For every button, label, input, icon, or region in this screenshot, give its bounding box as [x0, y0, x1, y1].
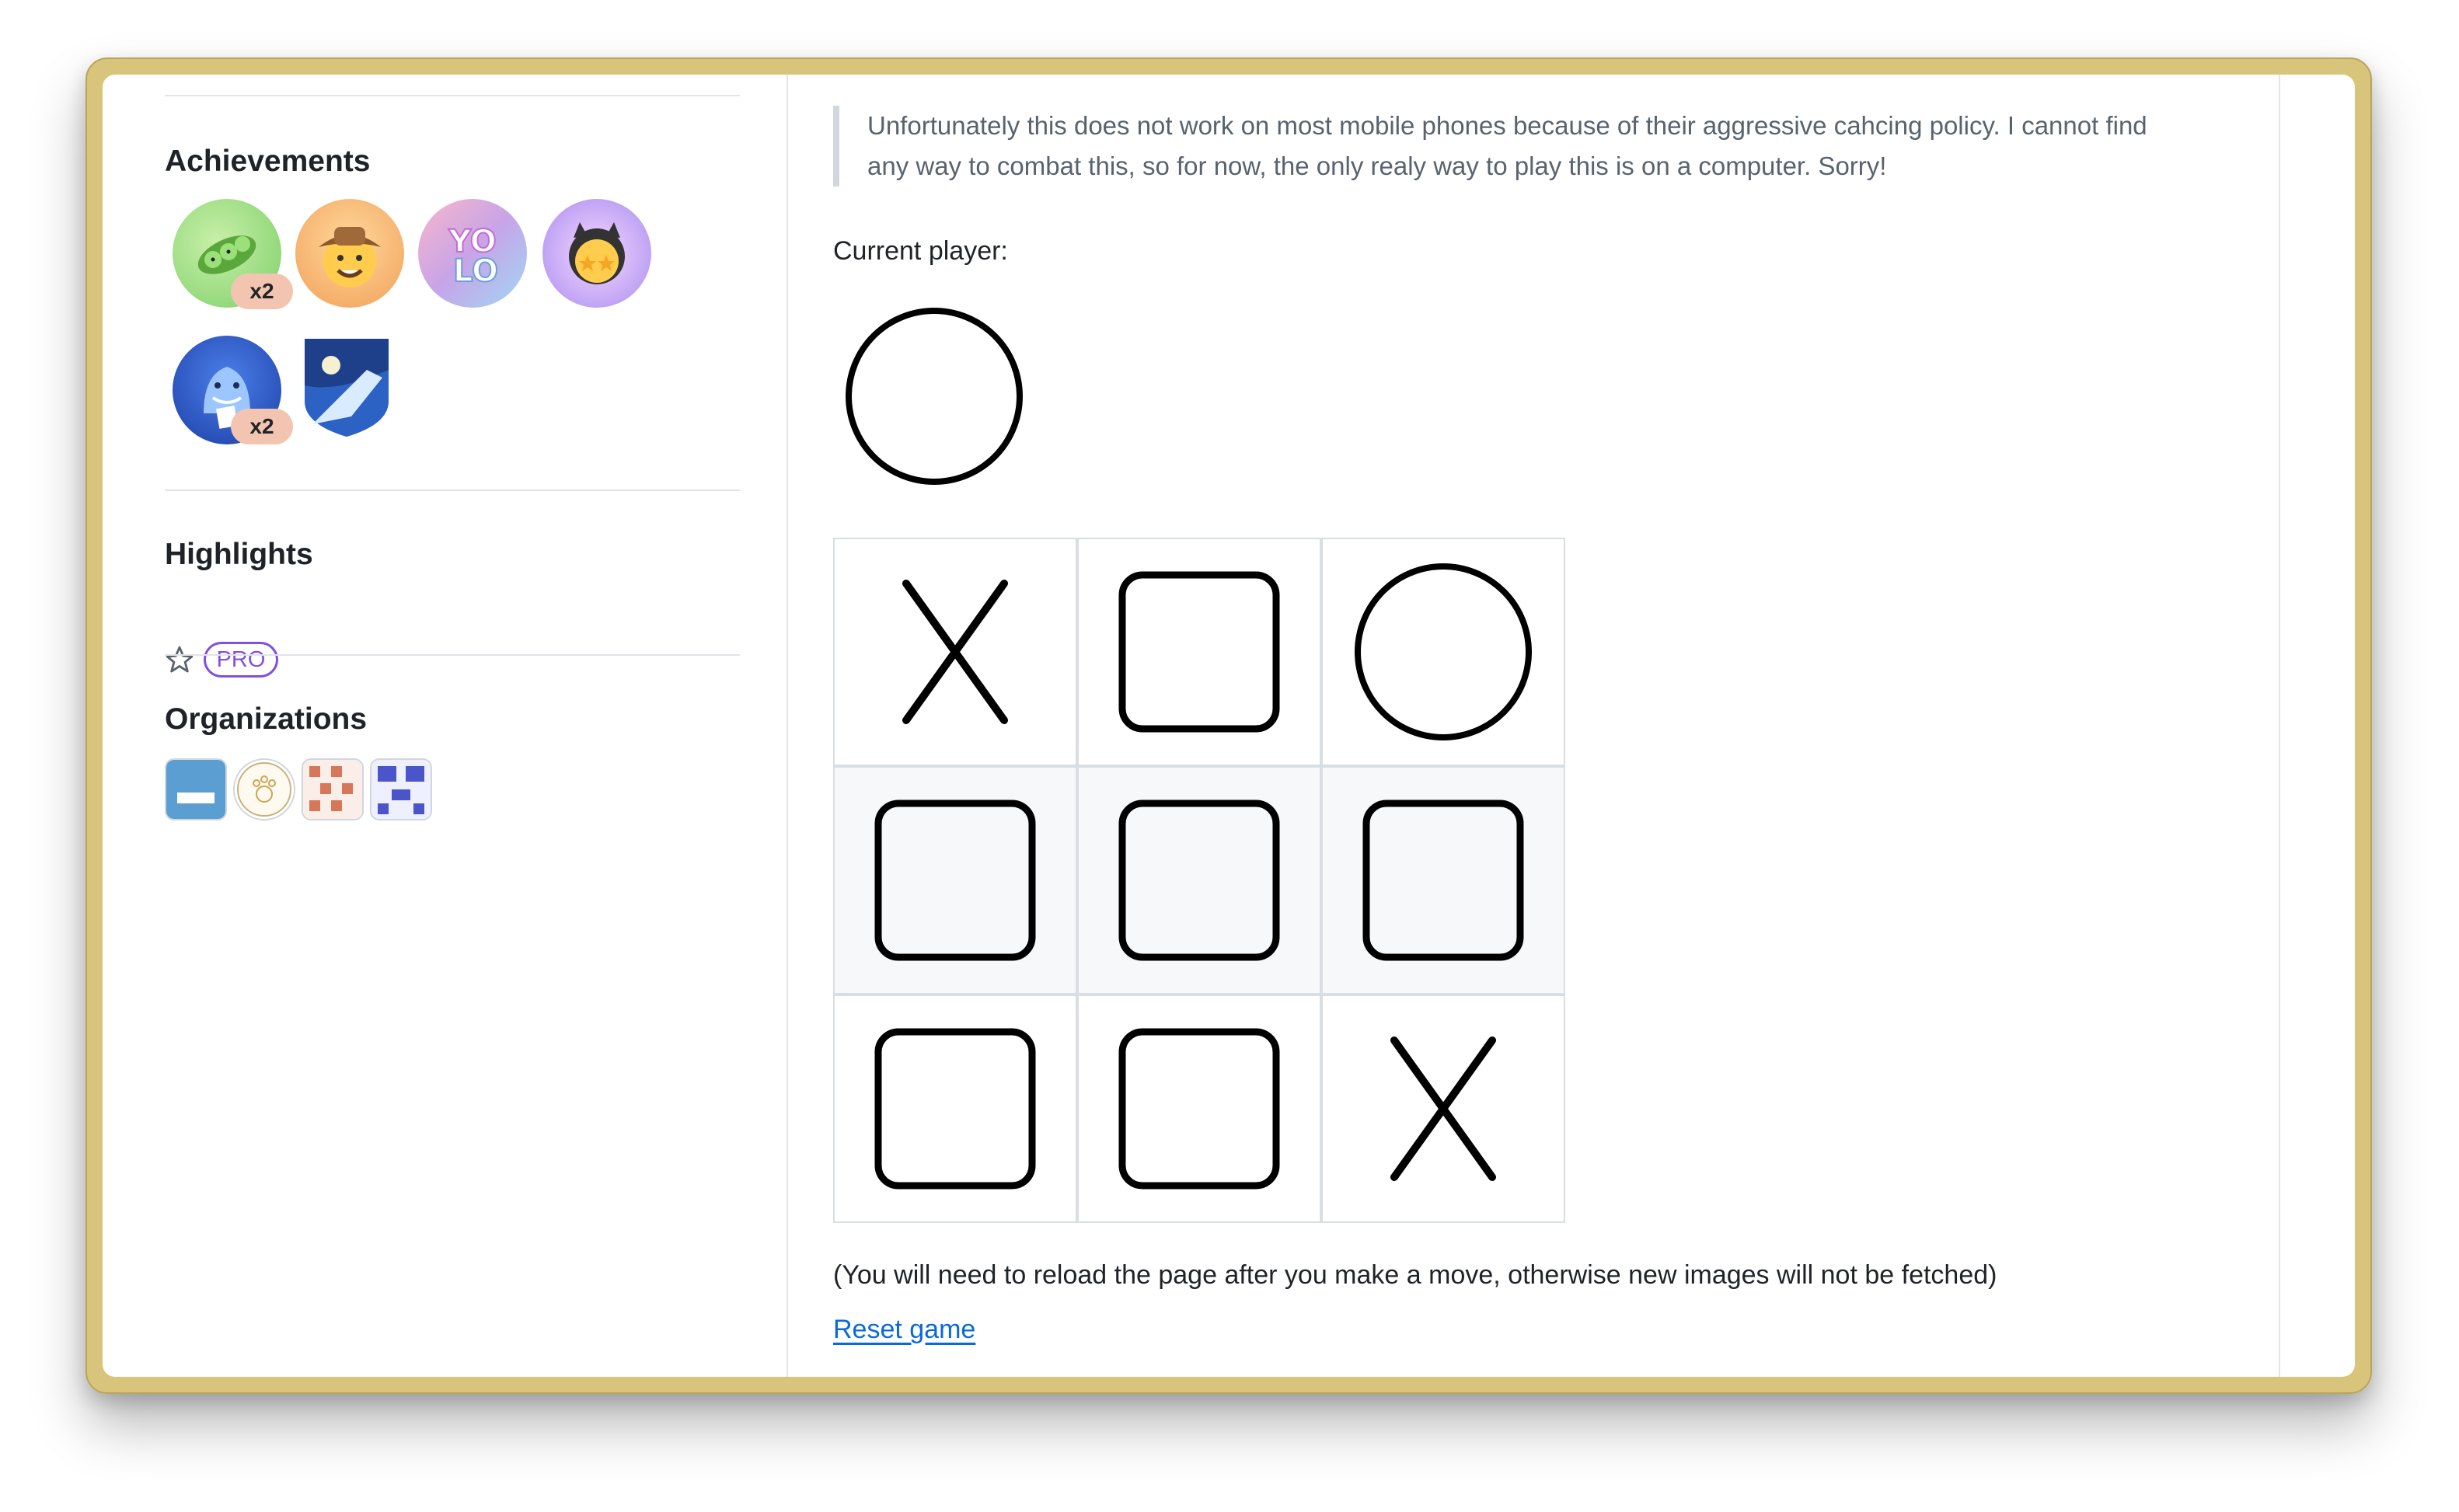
svg-text:LO: LO — [453, 253, 498, 289]
pro-badge: PRO — [204, 642, 278, 678]
organization-avatar[interactable] — [370, 758, 432, 820]
achievement-count-badge: x2 — [231, 273, 293, 309]
divider — [165, 654, 740, 656]
x-mark-icon — [902, 580, 1008, 724]
profile-sidebar: Achievements x2 YO LO x2 Highlights PRO … — [103, 75, 788, 1377]
achievement-yolo-icon[interactable]: YO LO — [418, 199, 527, 308]
board-cell[interactable] — [1321, 538, 1565, 766]
empty-square-icon — [874, 800, 1036, 961]
highlights-title: Highlights — [165, 538, 313, 571]
achievement-cowboy-icon[interactable] — [295, 199, 404, 308]
achievements-title: Achievements — [165, 145, 371, 178]
organizations-title: Organizations — [165, 702, 368, 736]
board-cell[interactable] — [833, 538, 1077, 766]
empty-square-icon — [1362, 800, 1524, 961]
window-frame: Achievements x2 YO LO x2 Highlights PRO … — [85, 57, 2372, 1394]
current-player-label: Current player: — [833, 236, 1008, 266]
empty-square-icon — [1118, 800, 1280, 961]
organization-avatar[interactable] — [302, 758, 364, 820]
reload-note: (You will need to reload the page after … — [833, 1260, 1997, 1290]
board-cell[interactable] — [1077, 766, 1321, 995]
empty-square-icon — [874, 1028, 1036, 1190]
reset-game-link[interactable]: Reset game — [833, 1315, 975, 1345]
board-cell[interactable] — [1077, 538, 1321, 766]
tic-tac-toe-board — [833, 538, 1567, 1223]
board-cell[interactable] — [833, 995, 1077, 1223]
empty-square-icon — [1118, 1028, 1280, 1190]
o-mark-icon — [1355, 563, 1532, 740]
current-player-o-icon — [841, 303, 1027, 489]
achievement-count-badge: x2 — [231, 409, 293, 444]
achievement-arctic-code-vault-icon[interactable] — [305, 339, 389, 437]
board-cell[interactable] — [1321, 995, 1565, 1223]
empty-square-icon — [1118, 571, 1280, 733]
board-cell[interactable] — [1077, 995, 1321, 1223]
star-icon — [165, 645, 194, 674]
divider — [165, 489, 740, 491]
board-cell[interactable] — [833, 766, 1077, 995]
board-cell[interactable] — [1321, 766, 1565, 995]
achievement-starstruck-icon[interactable] — [542, 199, 651, 308]
readme-content: Unfortunately this does not work on most… — [787, 75, 2279, 1377]
organization-avatar[interactable] — [233, 758, 295, 820]
organization-avatar[interactable] — [165, 758, 227, 820]
x-mark-icon — [1390, 1036, 1496, 1181]
mobile-warning-blockquote: Unfortunately this does not work on most… — [833, 106, 2154, 186]
page: Achievements x2 YO LO x2 Highlights PRO … — [103, 75, 2355, 1377]
content-divider — [2279, 75, 2280, 1377]
divider — [165, 95, 740, 96]
